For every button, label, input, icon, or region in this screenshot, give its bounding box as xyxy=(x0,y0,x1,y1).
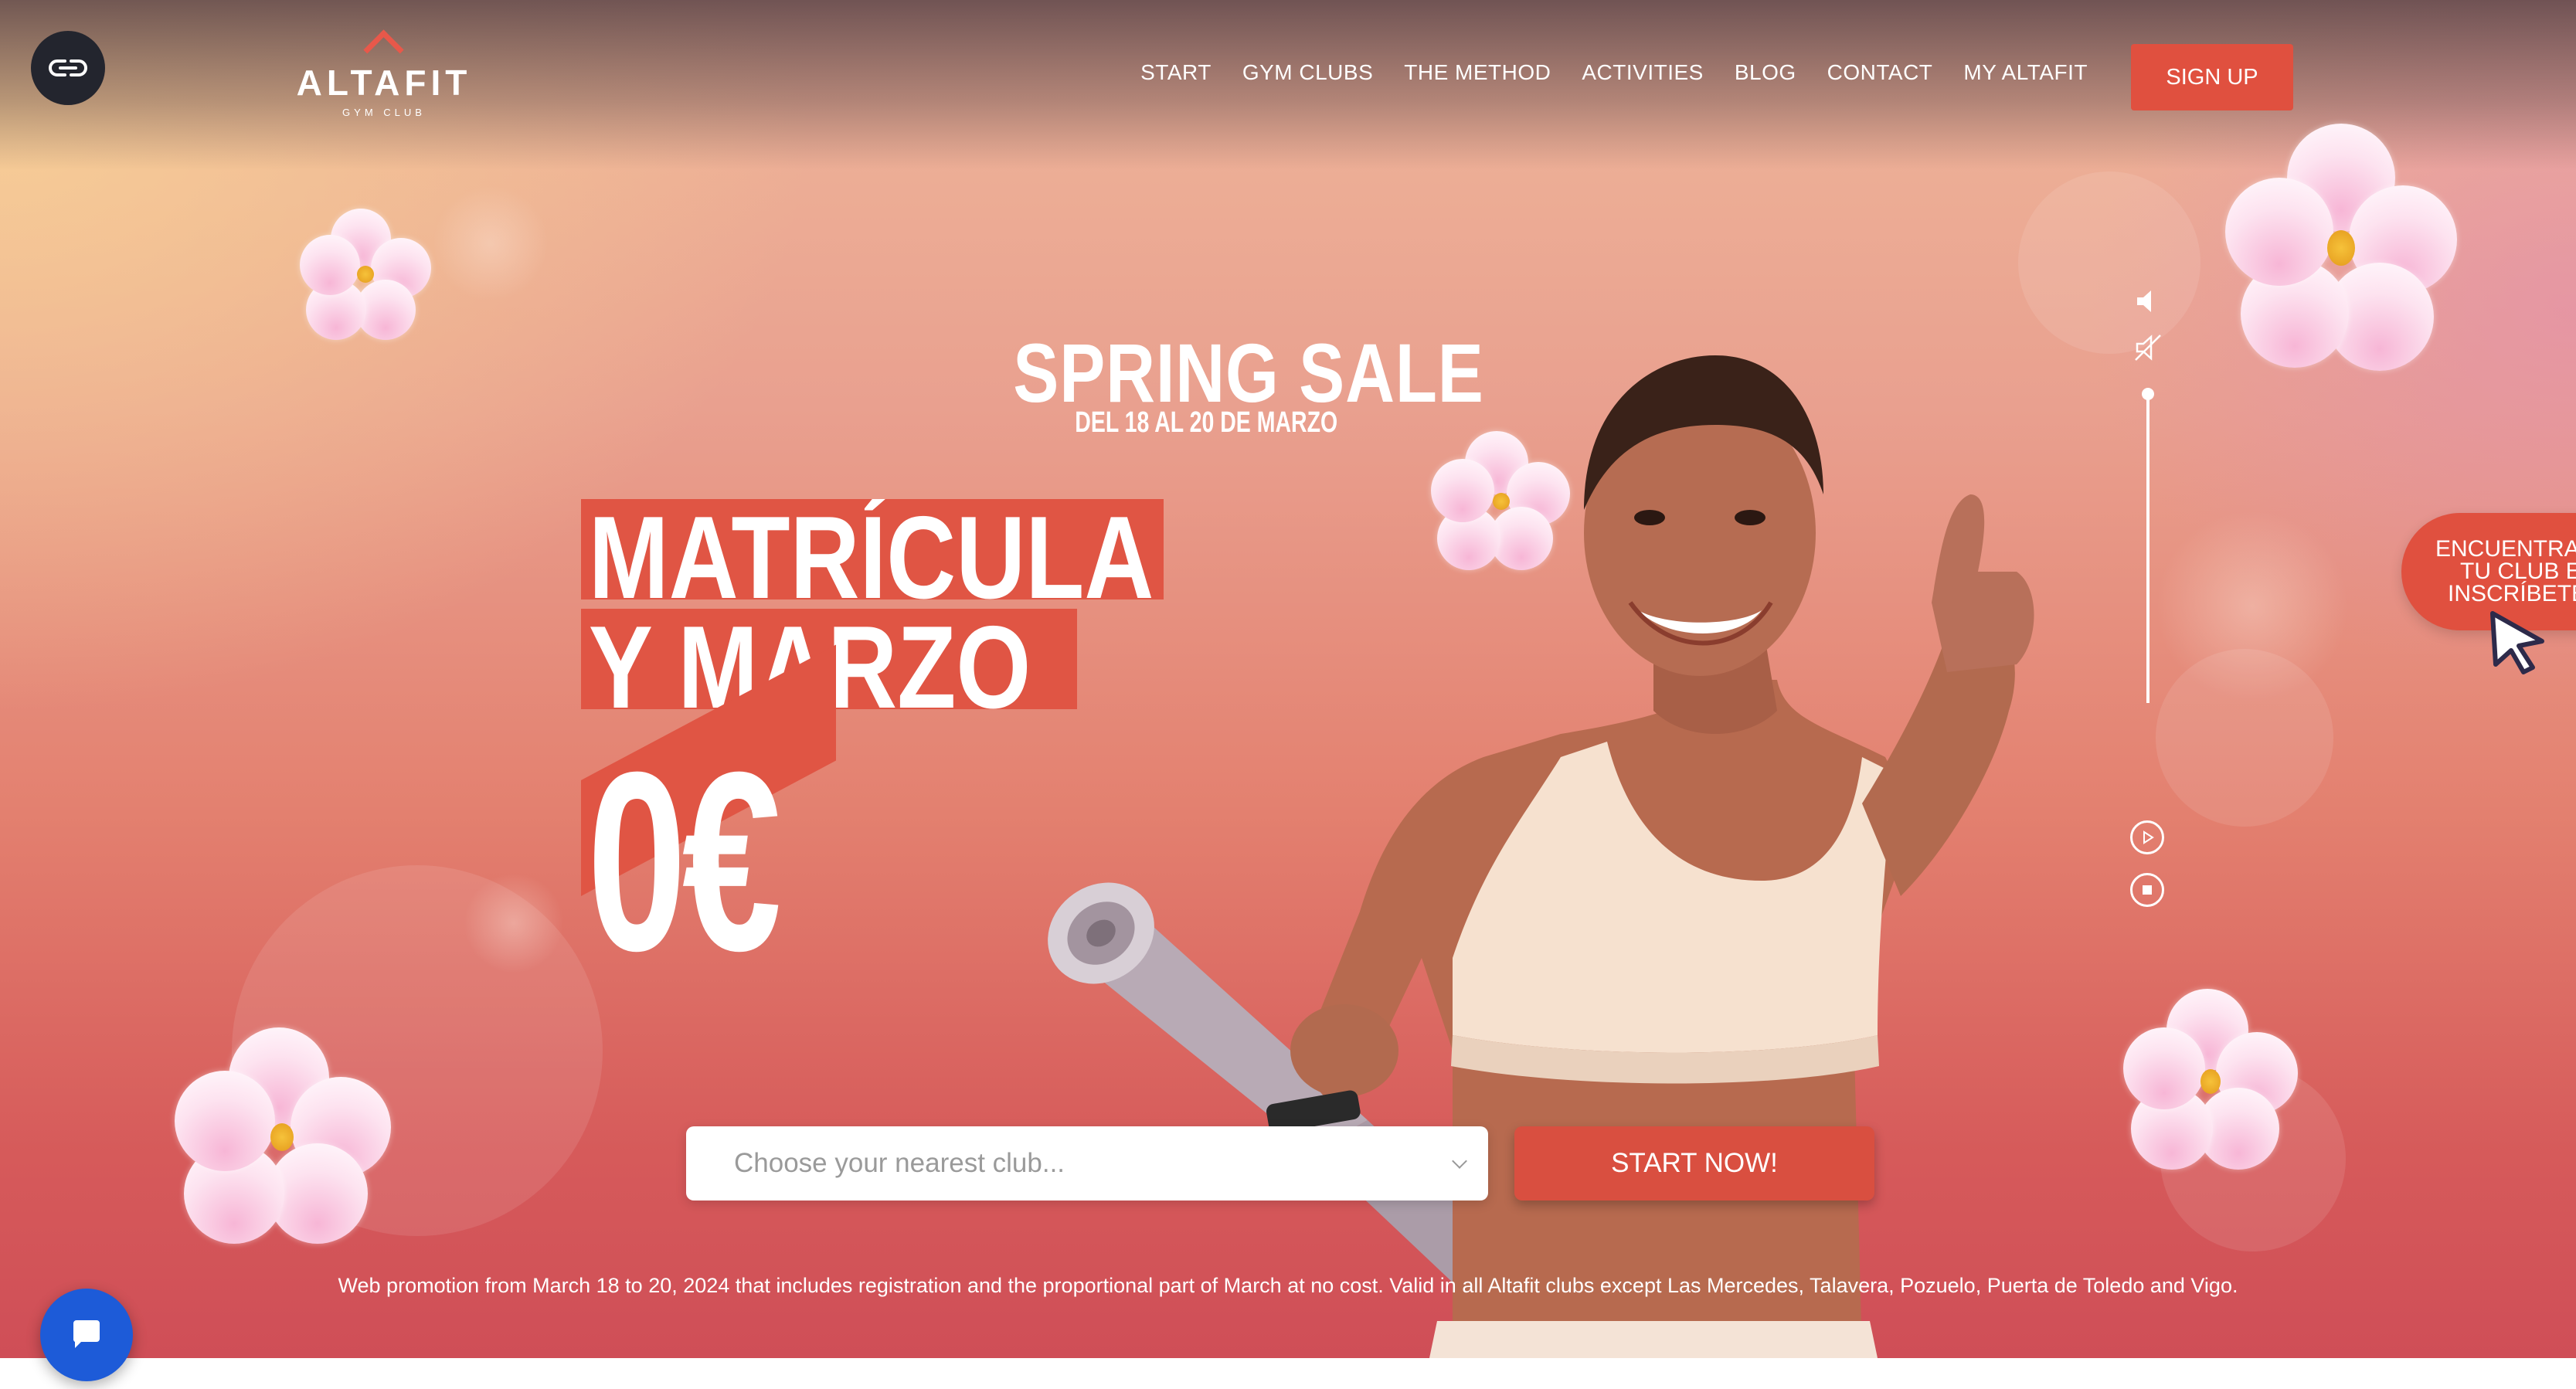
chevron-down-icon xyxy=(1452,1153,1467,1169)
nav-item-blog[interactable]: BLOG xyxy=(1735,60,1796,85)
nav-item-gym-clubs[interactable]: GYM CLUBS xyxy=(1242,60,1373,85)
hero-banner: SPRING SALE DEL 18 AL 20 DE MARZO MATRÍC… xyxy=(0,0,2576,1358)
stop-icon xyxy=(2143,885,2152,895)
nav-item-start[interactable]: START xyxy=(1140,60,1212,85)
nav-item-my-altafit[interactable]: MY ALTAFIT xyxy=(1963,60,2088,85)
play-icon xyxy=(2143,830,2154,844)
stop-button[interactable] xyxy=(2130,873,2164,907)
volume-slider-handle[interactable] xyxy=(2142,388,2154,400)
sign-up-button[interactable]: SIGN UP xyxy=(2131,44,2293,110)
logo-brand: ALTAFIT xyxy=(296,63,472,103)
find-club-tab[interactable]: ENCUENTRA TU CLUB E INSCRÍBETE xyxy=(2401,513,2576,674)
find-club-line-3: INSCRÍBETE xyxy=(2448,581,2576,606)
flower-decoration xyxy=(2123,989,2298,1171)
chat-button[interactable] xyxy=(40,1289,133,1381)
logo-tagline: GYM CLUB xyxy=(342,107,426,118)
flower-decoration xyxy=(2225,124,2457,379)
accessibility-button[interactable] xyxy=(31,31,105,105)
volume-icon[interactable] xyxy=(2133,286,2163,317)
mute-icon[interactable] xyxy=(2133,332,2163,363)
play-button[interactable] xyxy=(2130,820,2164,854)
start-now-button[interactable]: START NOW! xyxy=(1514,1126,1874,1201)
club-select-placeholder: Choose your nearest club... xyxy=(734,1148,1065,1178)
club-select[interactable]: Choose your nearest club... xyxy=(686,1126,1488,1201)
nav-item-contact[interactable]: CONTACT xyxy=(1827,60,1933,85)
nav-item-activities[interactable]: ACTIVITIES xyxy=(1582,60,1703,85)
bokeh-circle xyxy=(2156,649,2333,827)
volume-slider-track[interactable] xyxy=(2146,394,2149,703)
promo-line-1: MATRÍCULA xyxy=(581,499,1164,599)
nav-item-the-method[interactable]: THE METHOD xyxy=(1404,60,1551,85)
bokeh-circle xyxy=(464,873,564,973)
chat-icon xyxy=(73,1320,100,1348)
promo-line-1-text: MATRÍCULA xyxy=(588,499,1154,599)
accessibility-icon xyxy=(49,59,87,76)
flower-decoration xyxy=(175,1027,391,1244)
promo-dates: DEL 18 AL 20 DE MARZO xyxy=(1075,406,1338,439)
promo-disclaimer: Web promotion from March 18 to 20, 2024 … xyxy=(338,1274,2238,1297)
media-controls xyxy=(2117,286,2179,919)
bokeh-circle xyxy=(433,185,549,301)
main-nav: START GYM CLUBS THE METHOD ACTIVITIES BL… xyxy=(1140,60,2088,85)
altafit-logo[interactable]: ALTAFIT GYM CLUB xyxy=(287,29,481,122)
cursor-arrow-icon xyxy=(2490,611,2544,674)
promo-price: 0€ xyxy=(587,718,781,1004)
flower-decoration xyxy=(300,209,431,340)
